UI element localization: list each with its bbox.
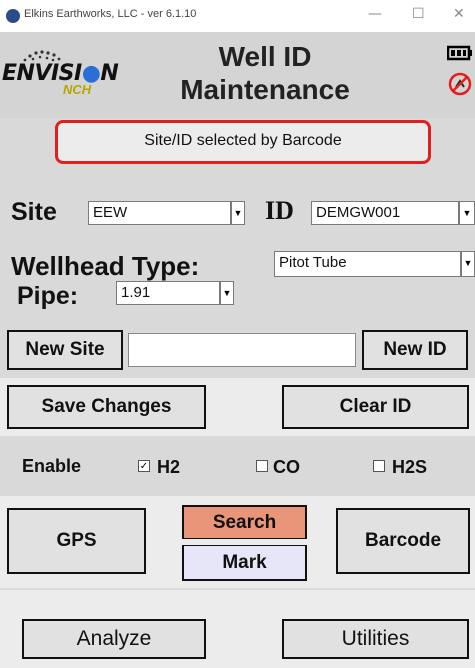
enable-label: Enable: [22, 456, 82, 476]
logo: ENVISI●N: [2, 61, 119, 86]
wellhead-type-select[interactable]: Pitot Tube: [274, 251, 461, 277]
status-message: Site/ID selected by Barcode: [55, 120, 431, 164]
close-button[interactable]: ✕: [453, 6, 465, 22]
new-id-button[interactable]: New ID: [362, 330, 468, 370]
gps-button[interactable]: GPS: [7, 508, 146, 574]
page-title-line1: Well ID: [218, 41, 312, 72]
app-icon: [6, 9, 20, 23]
no-wireless-icon: [448, 72, 472, 96]
pipe-select[interactable]: 1.91: [116, 281, 220, 305]
h2s-checkbox[interactable]: [373, 460, 385, 472]
minimize-button[interactable]: —: [368, 6, 382, 22]
page-title-line2: Maintenance: [180, 74, 350, 105]
h2s-label: H2S: [392, 457, 428, 477]
window-title: Elkins Earthworks, LLC - ver 6.1.10: [24, 8, 197, 20]
new-site-button[interactable]: New Site: [7, 330, 123, 370]
logo-text-end: N: [100, 61, 119, 86]
site-select[interactable]: EEW: [88, 201, 231, 225]
h2-checkbox[interactable]: ✓: [138, 460, 150, 472]
barcode-button[interactable]: Barcode: [336, 508, 470, 574]
new-site-input[interactable]: [128, 333, 356, 367]
logo-subtext: NCH: [63, 82, 92, 97]
maximize-button[interactable]: ☐: [412, 6, 425, 22]
battery-icon: [447, 45, 472, 61]
page-title: Well ID Maintenance: [140, 40, 390, 106]
title-bar: Elkins Earthworks, LLC - ver 6.1.10 — ☐ …: [0, 0, 475, 32]
co-checkbox[interactable]: [256, 460, 268, 472]
clear-id-button[interactable]: Clear ID: [282, 385, 469, 429]
id-dropdown-arrow[interactable]: ▼: [459, 201, 475, 225]
search-button[interactable]: Search: [182, 505, 307, 539]
co-label: CO: [273, 457, 300, 477]
utilities-button[interactable]: Utilities: [282, 619, 469, 659]
h2-label: H2: [157, 457, 181, 477]
pipe-dropdown-arrow[interactable]: ▼: [220, 281, 234, 305]
save-changes-button[interactable]: Save Changes: [7, 385, 206, 429]
id-label: ID: [265, 196, 294, 225]
analyze-button[interactable]: Analyze: [22, 619, 206, 659]
site-dropdown-arrow[interactable]: ▼: [231, 201, 245, 225]
pipe-label: Pipe:: [17, 282, 79, 310]
wellhead-type-dropdown-arrow[interactable]: ▼: [461, 251, 475, 277]
wellhead-type-label: Wellhead Type:: [11, 251, 200, 281]
site-label: Site: [11, 198, 57, 226]
mark-button[interactable]: Mark: [182, 545, 307, 581]
id-select[interactable]: DEMGW001: [311, 201, 459, 225]
